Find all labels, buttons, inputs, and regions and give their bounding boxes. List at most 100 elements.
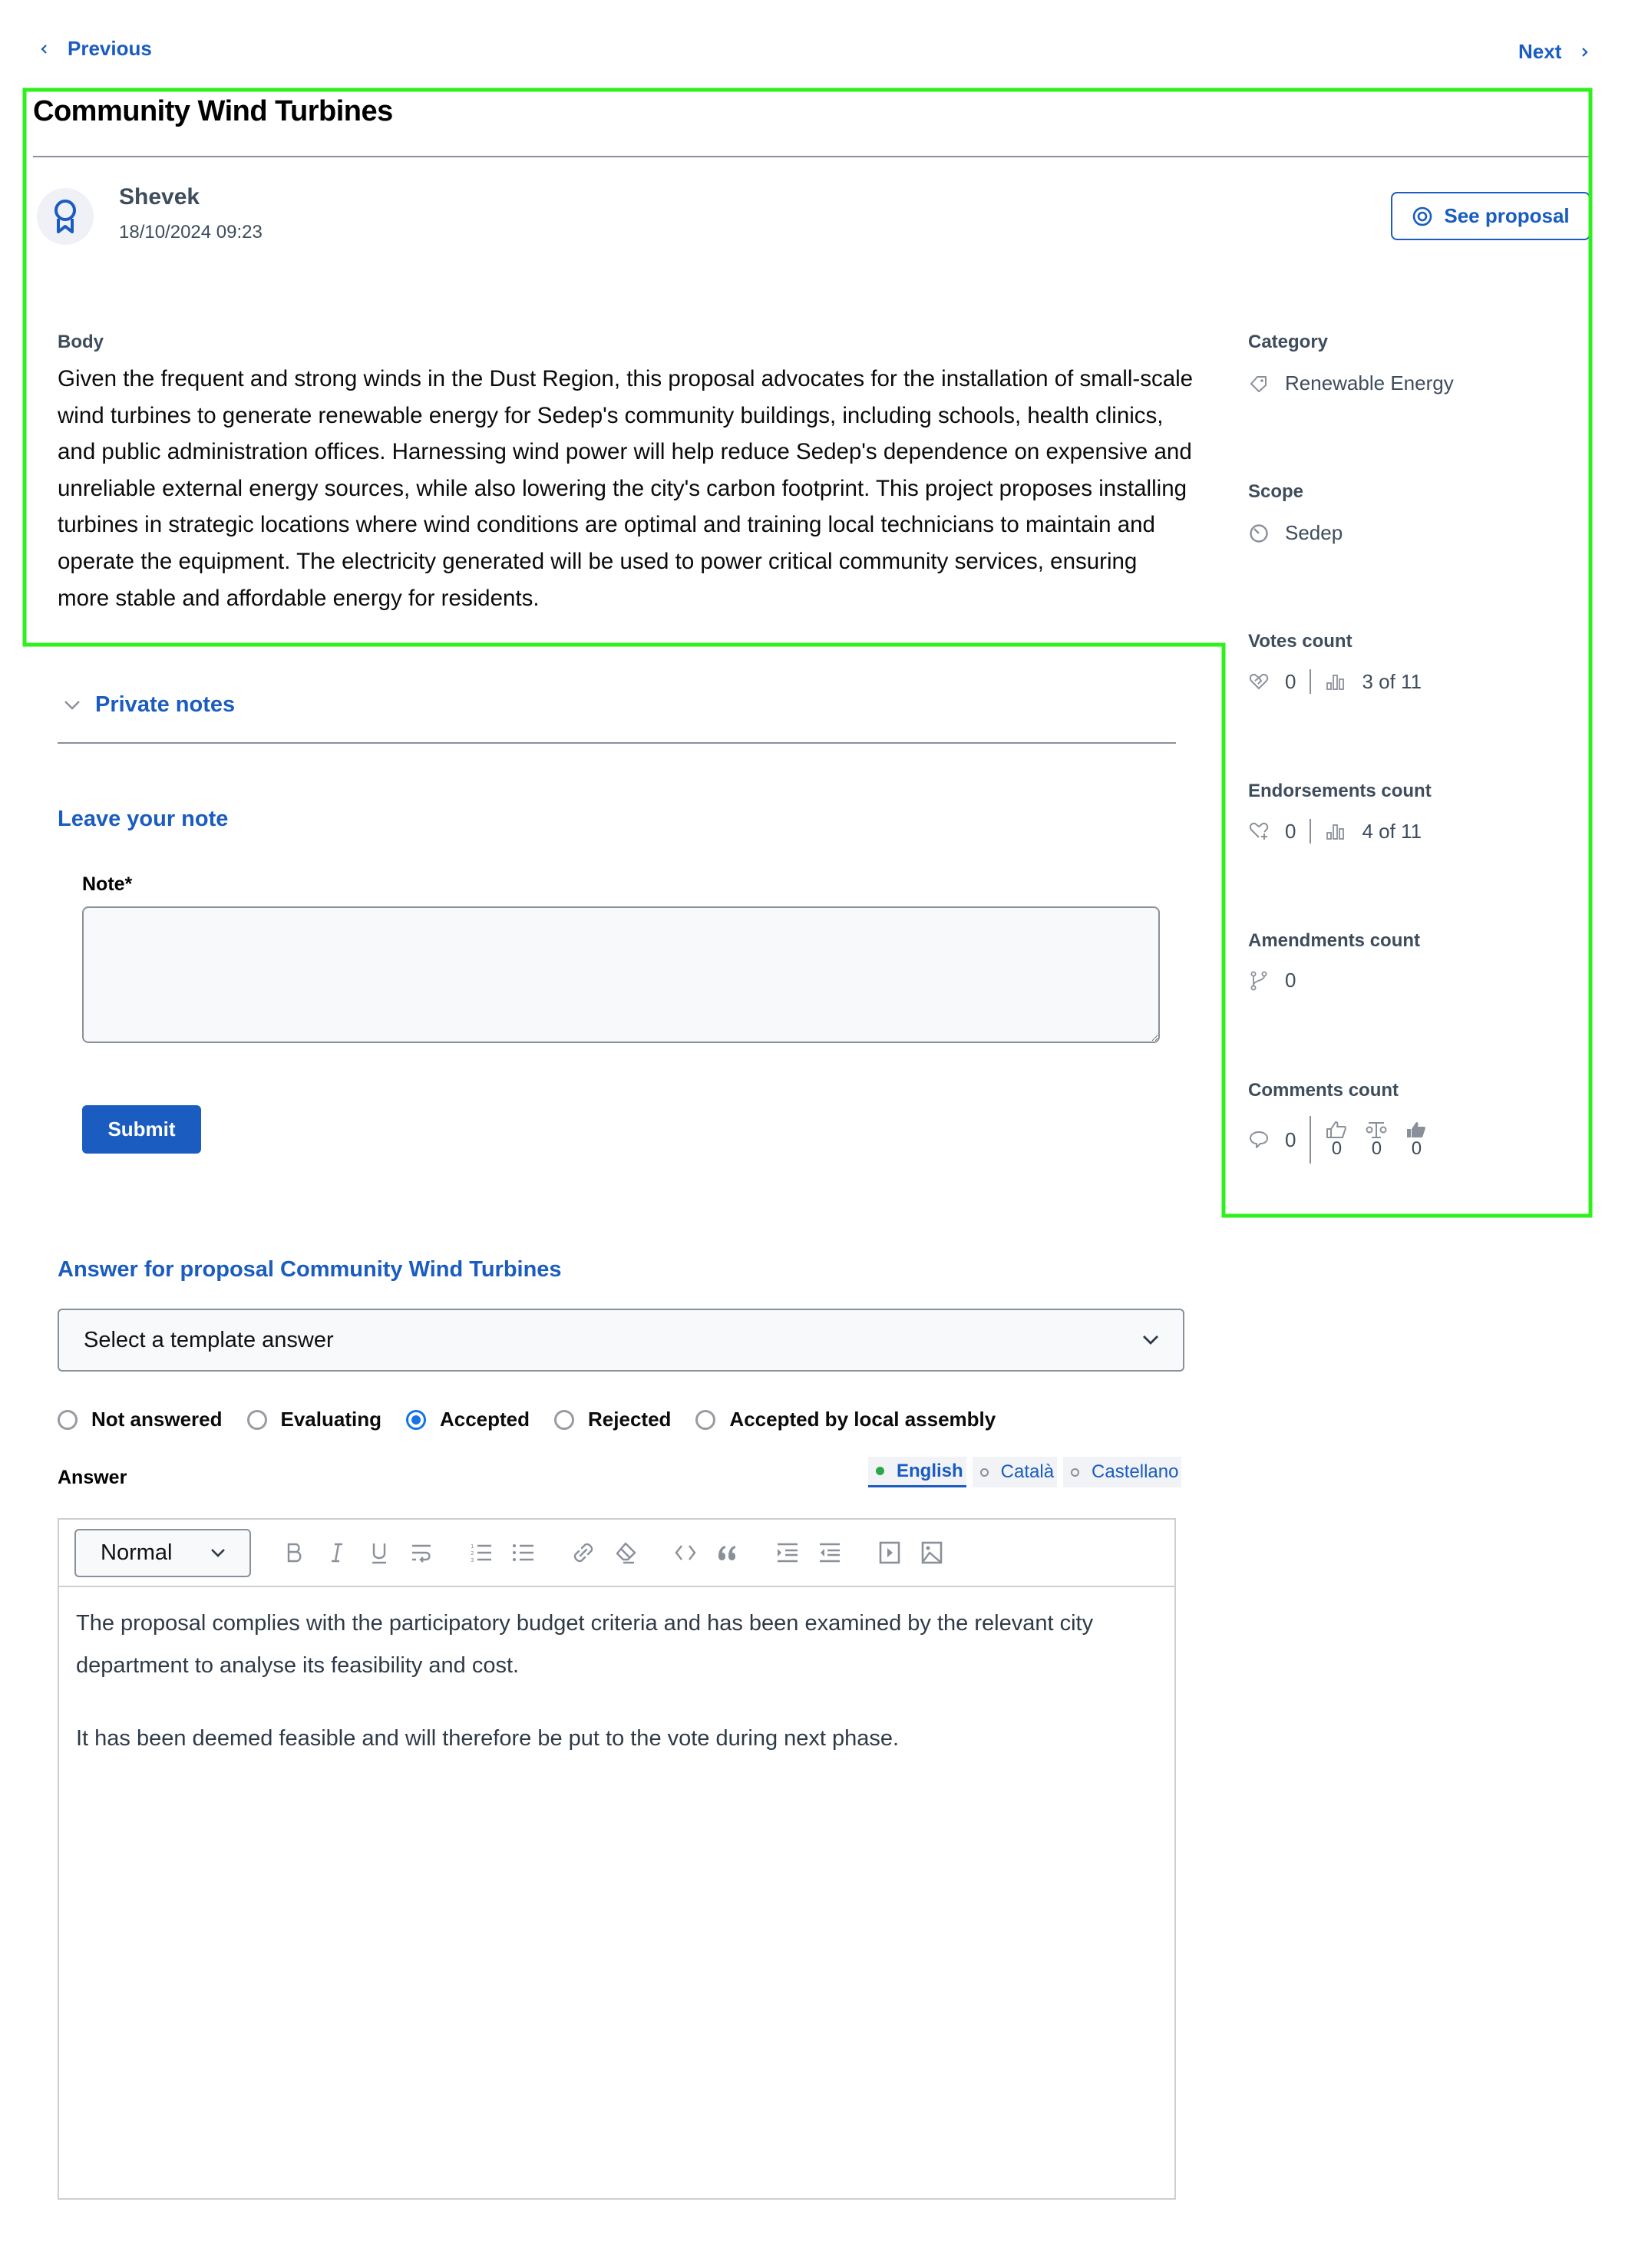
tab-label: Castellano (1092, 1461, 1179, 1482)
body-label: Body (58, 332, 104, 352)
template-answer-select[interactable]: Select a template answer (58, 1309, 1184, 1372)
heading-format-select[interactable]: Normal (74, 1528, 251, 1577)
radio-accepted[interactable]: Accepted (405, 1408, 530, 1431)
private-notes-divider (58, 742, 1176, 744)
svg-text:2: 2 (471, 1550, 474, 1557)
bullet-list-icon[interactable] (510, 1540, 537, 1566)
editor-content[interactable]: The proposal complies with the participa… (76, 1603, 1151, 1791)
comments-neutral: 0 (1365, 1121, 1388, 1159)
scope-icon (1248, 523, 1270, 544)
tab-label: Català (1000, 1461, 1055, 1482)
radio-button[interactable] (695, 1409, 716, 1430)
clear-format-eraser-icon[interactable] (613, 1540, 639, 1566)
author-name[interactable]: Shevek (119, 184, 200, 210)
git-branch-icon (1248, 970, 1270, 992)
italic-icon[interactable] (324, 1540, 350, 1566)
amendments-count: 0 (1285, 969, 1296, 992)
votes-ranking: 3 of 11 (1362, 669, 1422, 693)
answer-editor: Normal 123 The proposal complies with th… (58, 1518, 1176, 2200)
neutral-count: 0 (1371, 1138, 1382, 1159)
status-dot-icon (876, 1467, 884, 1475)
radio-label: Not answered (91, 1408, 223, 1431)
votes-label: Votes count (1248, 631, 1353, 652)
tab-catala[interactable]: Català (972, 1457, 1058, 1487)
video-icon[interactable] (877, 1540, 903, 1566)
chevron-down-icon (64, 700, 80, 710)
thumbs-up-outline-icon (1326, 1121, 1347, 1138)
radio-label: Evaluating (280, 1408, 381, 1431)
chevron-down-icon (211, 1549, 225, 1557)
award-ribbon-icon (54, 200, 76, 233)
comments-count: 0 (1285, 1127, 1296, 1151)
leave-note-heading: Leave your note (58, 807, 229, 831)
tab-castellano[interactable]: Castellano (1063, 1457, 1182, 1487)
private-notes-toggle[interactable]: Private notes (63, 692, 235, 718)
chevron-down-icon (1143, 1335, 1158, 1345)
author-avatar (37, 188, 94, 245)
previous-label: Previous (68, 37, 152, 60)
endorsements-label: Endorsements count (1248, 781, 1432, 801)
ordered-list-icon[interactable]: 123 (468, 1540, 494, 1566)
blockquote-icon[interactable] (715, 1540, 741, 1566)
svg-text:1: 1 (471, 1543, 474, 1550)
comments-in-favor: 0 (1325, 1121, 1348, 1159)
radio-rejected[interactable]: Rejected (554, 1408, 671, 1431)
indent-icon[interactable] (775, 1540, 801, 1566)
category-row[interactable]: Renewable Energy (1248, 371, 1454, 395)
divider (1310, 669, 1312, 694)
underline-icon[interactable] (366, 1540, 392, 1566)
note-label: Note* (82, 873, 133, 895)
submit-note-button[interactable]: Submit (82, 1105, 201, 1154)
radio-evaluating[interactable]: Evaluating (246, 1408, 381, 1431)
in-favor-count: 0 (1331, 1138, 1343, 1159)
hard-break-icon[interactable] (408, 1540, 434, 1566)
answer-paragraph: The proposal complies with the participa… (76, 1611, 1094, 1678)
tab-label: English (897, 1460, 963, 1481)
scale-balance-icon (1366, 1122, 1387, 1138)
proposal-title: Community Wind Turbines (33, 95, 393, 127)
bold-icon[interactable] (282, 1540, 308, 1566)
link-icon[interactable] (570, 1540, 596, 1566)
scope-row: Sedep (1248, 521, 1343, 545)
chevron-right-icon (1582, 47, 1588, 57)
radio-accepted-by-local-assembly[interactable]: Accepted by local assembly (695, 1408, 996, 1431)
next-link[interactable]: Next (1518, 40, 1590, 64)
radio-button[interactable] (246, 1409, 267, 1430)
private-notes-label: Private notes (95, 692, 236, 717)
image-icon[interactable] (919, 1540, 945, 1566)
endorsements-ranking: 4 of 11 (1362, 819, 1422, 843)
answer-label: Answer (58, 1467, 127, 1488)
note-textarea[interactable] (82, 906, 1160, 1043)
format-value: Normal (101, 1540, 173, 1565)
scope-label: Scope (1248, 481, 1304, 502)
radio-button[interactable] (58, 1409, 78, 1430)
language-tabs: English Català Castellano (868, 1457, 1182, 1487)
amendments-label: Amendments count (1248, 930, 1421, 951)
endorsements-count: 0 (1285, 819, 1296, 843)
code-icon[interactable] (672, 1540, 699, 1566)
ranking-icon (1325, 671, 1346, 692)
against-count: 0 (1411, 1138, 1422, 1159)
radio-label: Accepted by local assembly (729, 1408, 996, 1431)
tab-english[interactable]: English (868, 1457, 966, 1487)
endorsements-row: 0 4 of 11 (1248, 819, 1422, 843)
comments-label: Comments count (1248, 1080, 1399, 1101)
outdent-icon[interactable] (817, 1540, 843, 1566)
radio-button-checked[interactable] (405, 1409, 426, 1430)
chevron-left-icon (41, 44, 47, 54)
amendments-row: 0 (1248, 969, 1296, 992)
editor-toolbar: Normal 123 (59, 1520, 1174, 1587)
previous-link[interactable]: Previous (38, 37, 152, 61)
radio-label: Accepted (439, 1408, 530, 1431)
see-proposal-label: See proposal (1444, 204, 1570, 227)
category-value: Renewable Energy (1285, 371, 1454, 395)
radio-label: Rejected (588, 1408, 672, 1431)
radio-not-answered[interactable]: Not answered (58, 1408, 223, 1431)
title-divider (33, 156, 1590, 157)
status-dot-icon (1071, 1467, 1080, 1477)
template-answer-value: Select a template answer (84, 1327, 334, 1352)
radio-button[interactable] (554, 1409, 575, 1430)
proposal-body: Given the frequent and strong winds in t… (58, 366, 1194, 611)
divider (1310, 819, 1312, 843)
see-proposal-button[interactable]: See proposal (1391, 192, 1590, 240)
